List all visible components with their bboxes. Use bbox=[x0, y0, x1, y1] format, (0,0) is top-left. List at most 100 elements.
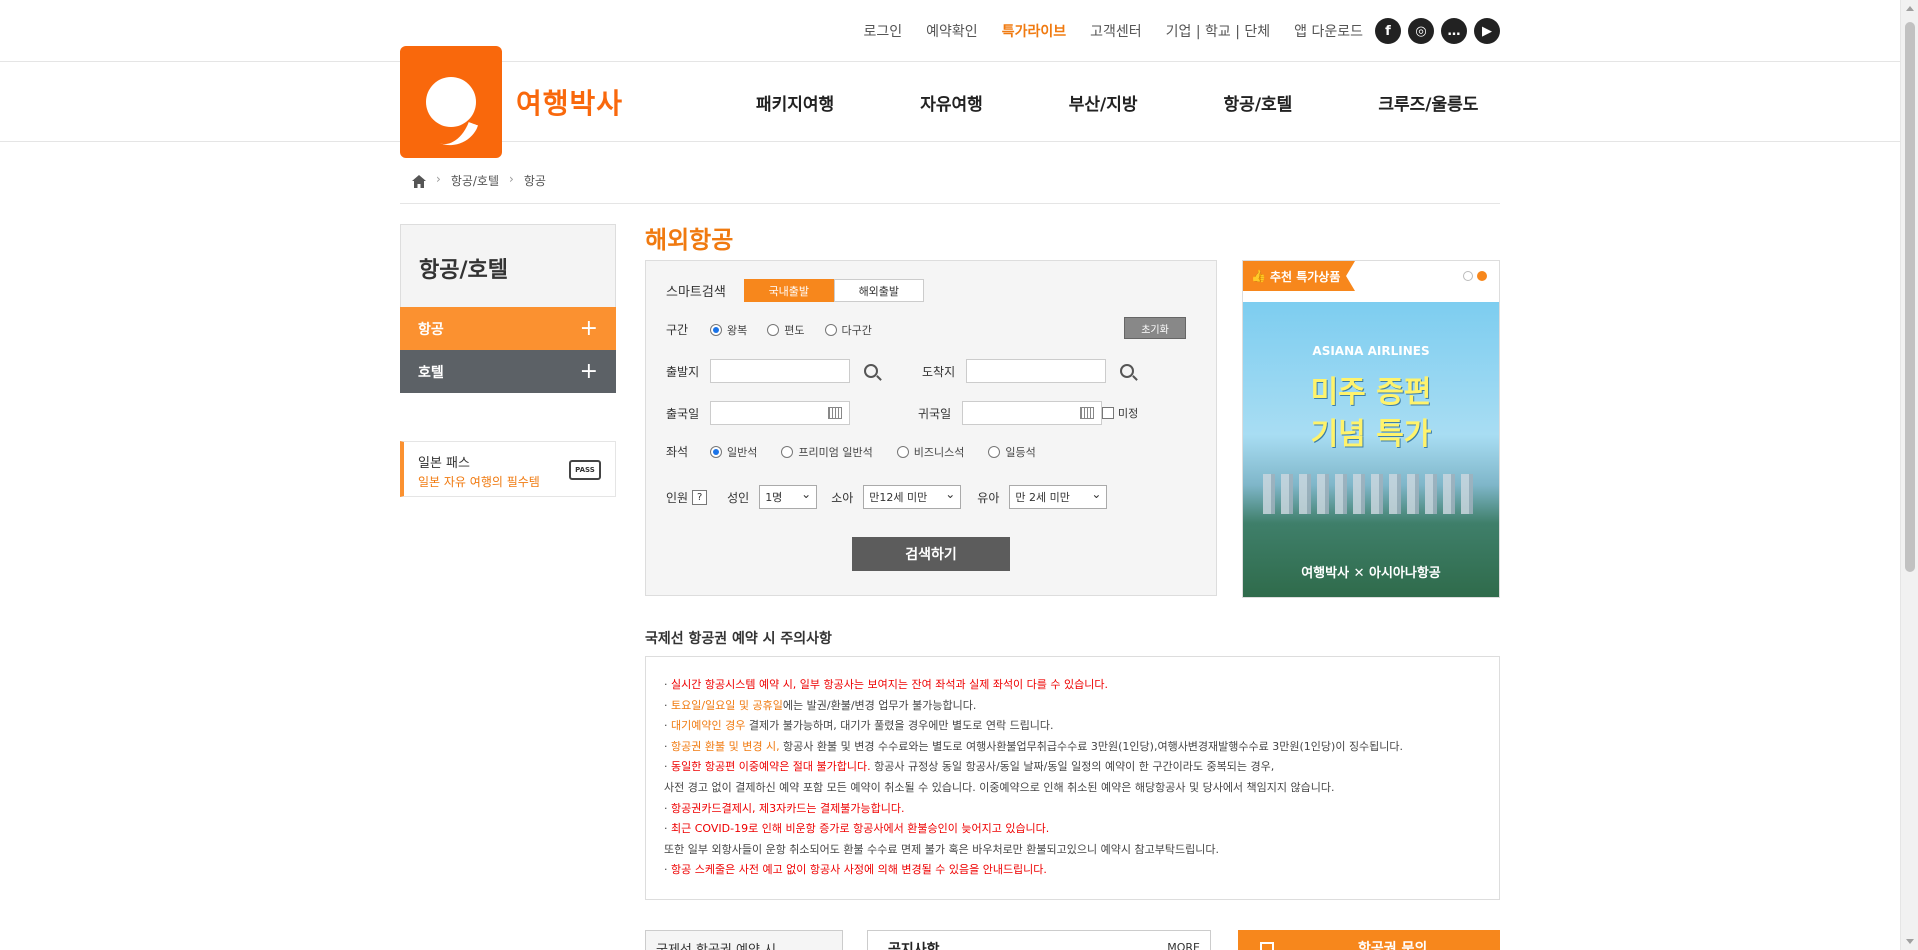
seat-first-radio[interactable]: 일등석 bbox=[988, 444, 1036, 460]
top-links: 로그인 예약확인 특가라이브 고객센터 기업 | 학교 | 단체 앱 다운로드 … bbox=[840, 18, 1500, 44]
logo[interactable] bbox=[400, 46, 502, 158]
sns-links: f ◎ … ▶ bbox=[1375, 18, 1500, 44]
destination-input[interactable] bbox=[966, 359, 1106, 383]
date-row: 출국일 귀국일 미정 bbox=[666, 401, 1138, 425]
banner-airline: ASIANA AIRLINES bbox=[1312, 344, 1430, 358]
note-text: 항공사 환불 및 변경 수수료와는 별도로 여행사환불업무취급수수료 3만원(1… bbox=[779, 739, 1404, 753]
home-icon[interactable] bbox=[412, 175, 426, 188]
radio-icon bbox=[767, 323, 780, 336]
app-download-link[interactable]: 앱 다운로드 bbox=[1294, 21, 1363, 41]
tab-domestic-departure[interactable]: 국내출발 bbox=[743, 279, 834, 302]
breadcrumb: › 항공/호텔 › 항공 bbox=[400, 172, 1500, 204]
note-item: · 항공권 환불 및 변경 시, 항공사 환불 및 변경 수수료와는 별도로 여… bbox=[664, 739, 1404, 753]
facebook-icon[interactable]: f bbox=[1375, 18, 1401, 44]
gnb-busan-local[interactable]: 부산/지방 bbox=[1069, 90, 1138, 115]
gnb-free-travel[interactable]: 자유여행 bbox=[920, 90, 983, 115]
note-text: 항공사 규정상 동일 항공사/동일 날짜/동일 일정의 예약이 한 구간이라도 … bbox=[870, 760, 1275, 774]
banner-headline: 미주 증편 기념 특가 bbox=[1243, 372, 1499, 456]
scroll-down-arrow-icon[interactable] bbox=[1906, 939, 1914, 944]
note-text: 에는 발권/환불/변경 업무가 불가능합니다. bbox=[782, 698, 977, 712]
adult-label: 성인 bbox=[727, 490, 750, 505]
infant-select[interactable]: 만 2세 미만 bbox=[1009, 485, 1108, 509]
note-item: · 토요일/일요일 및 공휴일에는 발권/환불/변경 업무가 불가능합니다. bbox=[664, 698, 977, 712]
seat-business-radio[interactable]: 비즈니스석 bbox=[896, 444, 964, 460]
search-icon[interactable] bbox=[864, 364, 878, 378]
undecided-checkbox[interactable] bbox=[1102, 407, 1114, 419]
top-utility-bar: 로그인 예약확인 특가라이브 고객센터 기업 | 학교 | 단체 앱 다운로드 … bbox=[0, 0, 1900, 62]
note-highlight: 대기예약인 경우 bbox=[671, 719, 746, 733]
carousel-dot-active[interactable] bbox=[1477, 271, 1487, 281]
search-button[interactable]: 검색하기 bbox=[852, 537, 1010, 571]
breadcrumb-item-air[interactable]: 항공 bbox=[524, 172, 546, 189]
reservation-check-link[interactable]: 예약확인 bbox=[926, 21, 978, 41]
radio-label: 다구간 bbox=[841, 323, 872, 337]
japan-pass-banner[interactable]: 일본 패스 일본 자유 여행의 필수템 PASS bbox=[400, 441, 616, 497]
note-highlight: 항공권카드결제시, 제3자카드는 결제불가능합니다. bbox=[671, 801, 905, 815]
calendar-icon[interactable] bbox=[1080, 407, 1094, 419]
talk-icon[interactable]: … bbox=[1441, 18, 1467, 44]
route-roundtrip-radio[interactable]: 왕복 bbox=[710, 322, 747, 338]
smart-search-row: 스마트검색 국내출발 해외출발 bbox=[666, 279, 924, 302]
notice-more-link[interactable]: MORE bbox=[1167, 941, 1200, 950]
notice-title: 공지사항 bbox=[888, 942, 940, 950]
radio-label: 일등석 bbox=[1005, 445, 1036, 459]
return-date-label: 귀국일 bbox=[918, 406, 952, 421]
banner-tag: 👍 추천 특가상품 bbox=[1243, 261, 1355, 291]
notes-title: 국제선 항공권 예약 시 주의사항 bbox=[645, 631, 832, 647]
tab-overseas-departure[interactable]: 해외출발 bbox=[833, 279, 924, 302]
note-highlight: 실시간 항공시스템 예약 시, 일부 항공사는 보여지는 잔여 좌석과 실제 좌… bbox=[671, 678, 1109, 691]
logo-text[interactable]: 여행박사 bbox=[516, 82, 623, 122]
infant-label: 유아 bbox=[977, 490, 1000, 505]
thumbs-up-icon: 👍 bbox=[1251, 269, 1266, 283]
global-nav: 패키지여행 자유여행 부산/지방 항공/호텔 크루즈/울릉도 bbox=[756, 90, 1478, 115]
note-item: · 대기예약인 경우 결제가 불가능하며, 대기가 풀렸을 경우에만 별도로 연… bbox=[664, 719, 1054, 733]
main-header: 여행박사 패키지여행 자유여행 부산/지방 항공/호텔 크루즈/울릉도 bbox=[0, 46, 1900, 158]
sidebar-item-air[interactable]: 항공 + bbox=[400, 307, 616, 350]
reset-button[interactable]: 초기화 bbox=[1124, 317, 1186, 339]
help-icon[interactable]: ? bbox=[692, 489, 708, 505]
radio-icon bbox=[896, 445, 909, 458]
scroll-up-arrow-icon[interactable] bbox=[1906, 6, 1914, 11]
special-live-link[interactable]: 특가라이브 bbox=[1002, 21, 1066, 41]
note-highlight: 항공권 환불 및 변경 시, bbox=[671, 739, 780, 753]
sidebar-item-label: 항공 bbox=[418, 321, 444, 338]
seat-premium-radio[interactable]: 프리미엄 일반석 bbox=[781, 444, 873, 460]
seat-economy-radio[interactable]: 일반석 bbox=[710, 444, 757, 460]
banner-footer: 여행박사 ✕ 아시아나항공 bbox=[1301, 566, 1441, 581]
note-subline: 또한 일부 외항사들이 운항 취소되어도 환불 수수료 면제 불가 혹은 바우처… bbox=[664, 842, 1219, 856]
bottom-info-tab[interactable]: 국제선 항공권 예약 시 bbox=[645, 930, 843, 950]
carousel-dot[interactable] bbox=[1463, 271, 1473, 281]
customer-center-link[interactable]: 고객센터 bbox=[1090, 21, 1142, 41]
sidebar-item-hotel[interactable]: 호텔 + bbox=[400, 350, 616, 393]
child-select[interactable]: 만12세 미만 bbox=[863, 485, 962, 509]
route-multi-radio[interactable]: 다구간 bbox=[824, 322, 872, 338]
origin-input[interactable] bbox=[710, 359, 850, 383]
corporate-link[interactable]: 기업 | 학교 | 단체 bbox=[1166, 21, 1271, 41]
plus-icon: + bbox=[579, 359, 598, 384]
youtube-icon[interactable]: ▶ bbox=[1474, 18, 1500, 44]
carousel-dots bbox=[1463, 271, 1487, 281]
seat-row: 좌석 일반석 프리미엄 일반석 비즈니스석 일등석 bbox=[666, 443, 1056, 460]
radio-label: 편도 bbox=[784, 323, 805, 337]
note-highlight: 항공 스케줄은 사전 예고 없이 항공사 사정에 의해 변경될 수 있음을 안내… bbox=[671, 863, 1047, 877]
search-icon[interactable] bbox=[1120, 364, 1134, 378]
instagram-icon[interactable]: ◎ bbox=[1408, 18, 1434, 44]
note-subline: 사전 경고 없이 결제하신 예약 포함 모든 예약이 취소될 수 있습니다. 이… bbox=[664, 780, 1335, 794]
gnb-air-hotel[interactable]: 항공/호텔 bbox=[1224, 90, 1293, 115]
gnb-package[interactable]: 패키지여행 bbox=[756, 90, 834, 115]
radio-label: 일반석 bbox=[727, 445, 758, 459]
banner-image[interactable]: ASIANA AIRLINES 미주 증편 기념 특가 여행박사 ✕ 아시아나항… bbox=[1243, 302, 1499, 597]
gnb-cruise[interactable]: 크루즈/울릉도 bbox=[1378, 90, 1478, 115]
breadcrumb-item-air-hotel[interactable]: 항공/호텔 bbox=[451, 172, 499, 189]
recommend-banner[interactable]: 👍 추천 특가상품 ASIANA AIRLINES 미주 증편 기념 특가 여행… bbox=[1242, 260, 1500, 598]
scroll-thumb[interactable] bbox=[1905, 22, 1915, 572]
calendar-icon[interactable] bbox=[828, 407, 842, 419]
login-link[interactable]: 로그인 bbox=[864, 21, 903, 41]
air-inquiry-button[interactable]: 항공권 문의 bbox=[1238, 930, 1500, 950]
undecided-label: 미정 bbox=[1118, 407, 1139, 420]
city-skyline-graphic bbox=[1263, 474, 1479, 514]
adult-select[interactable]: 1명 bbox=[759, 485, 818, 509]
route-oneway-radio[interactable]: 편도 bbox=[767, 322, 805, 338]
passenger-row: 인원 ? 성인 1명 소아 만12세 미만 유아 만 2세 미만 bbox=[666, 485, 1108, 509]
page-scrollbar[interactable] bbox=[1900, 0, 1918, 950]
